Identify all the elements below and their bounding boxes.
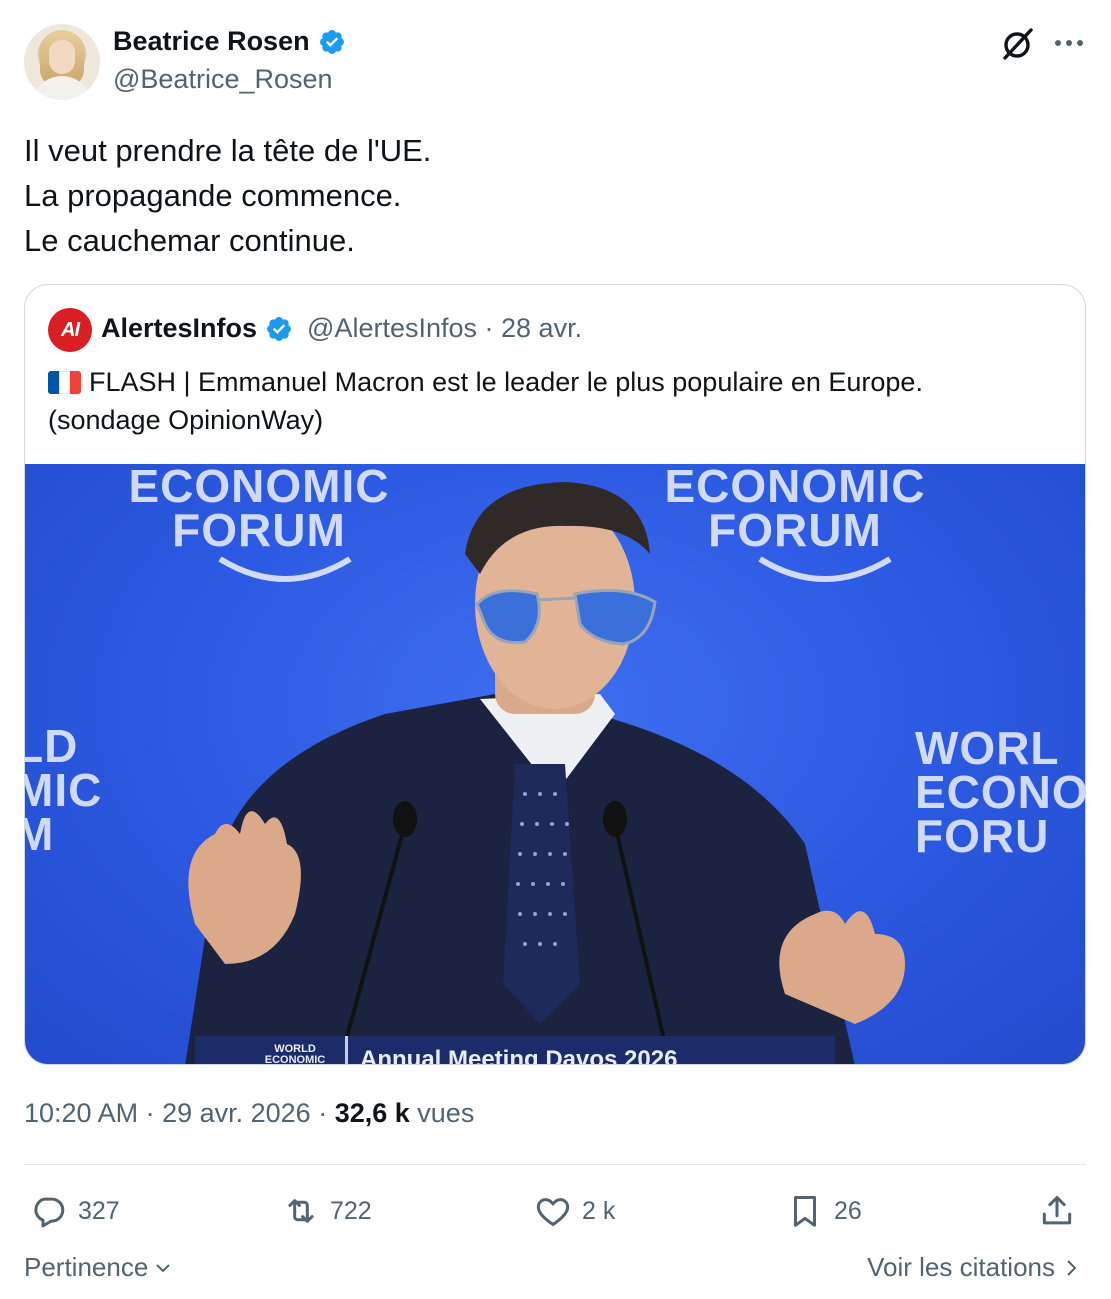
tweet-line: La propagande commence. [24, 178, 402, 213]
quoted-handle-date: @AlertesInfos · 28 avr. [307, 313, 583, 343]
tweet-meta: 10:20 AM · 29 avr. 2026 · 32,6 k vues [24, 1098, 474, 1129]
quoted-media-image[interactable]: ECONOMICFORUM ECONOMICFORUM LDMICM WORLE… [25, 464, 1085, 1065]
like-icon [536, 1198, 570, 1226]
lectern-label-small: WORLD ECONOMIC [264, 1043, 326, 1065]
bookmark-count: 26 [834, 1196, 862, 1225]
quoted-name[interactable]: AlertesInfos [101, 313, 257, 344]
author-name[interactable]: Beatrice Rosen [113, 26, 310, 57]
chevron-right-icon [1067, 1259, 1077, 1276]
quoted-tweet-card[interactable]: AI AlertesInfos @AlertesInfos · 28 avr. … [24, 284, 1086, 1065]
tweet-time[interactable]: 10:20 AM [24, 1098, 138, 1128]
quoted-header: AlertesInfos @AlertesInfos · 28 avr. [101, 313, 582, 344]
sort-label: Pertinence [24, 1252, 149, 1282]
quoted-avatar[interactable]: AI [48, 308, 92, 352]
quoted-text-line: (sondage OpinionWay) [48, 405, 324, 435]
quoted-avatar-logo: AI [61, 318, 80, 341]
chevron-down-icon [156, 1263, 171, 1272]
reply-button[interactable]: 327 [30, 1186, 120, 1236]
bookmark-icon [793, 1196, 817, 1227]
lectern-label: Annual Meeting Davos 2026 [360, 1046, 678, 1065]
sort-dropdown[interactable]: Pertinence [24, 1252, 174, 1283]
grok-icon[interactable] [1000, 26, 1036, 62]
share-icon [1042, 1196, 1072, 1225]
tweet-date[interactable]: 29 avr. 2026 [162, 1098, 311, 1128]
author-avatar[interactable] [24, 24, 100, 100]
like-button[interactable]: 2 k [534, 1186, 615, 1236]
reply-icon [34, 1197, 65, 1228]
author-name-row: Beatrice Rosen [113, 26, 346, 57]
repost-button[interactable]: 722 [282, 1186, 372, 1236]
share-button[interactable] [1038, 1186, 1076, 1236]
bookmark-button[interactable]: 26 [786, 1186, 862, 1236]
divider [24, 1164, 1086, 1165]
tweet-detail: Beatrice Rosen @Beatrice_Rosen Il veut p… [0, 0, 1111, 1299]
repost-count: 722 [330, 1196, 372, 1225]
tweet-line: Le cauchemar continue. [24, 223, 355, 258]
separator: · [138, 1098, 163, 1128]
reply-count: 327 [78, 1196, 120, 1225]
more-icon[interactable] [1052, 30, 1086, 56]
views-count: 32,6 k [334, 1098, 410, 1128]
separator: · [310, 1098, 335, 1128]
repost-icon [288, 1199, 314, 1223]
view-quotes-label: Voir les citations [867, 1252, 1055, 1282]
like-count: 2 k [582, 1196, 616, 1225]
verified-badge-icon [319, 29, 344, 54]
view-quotes-link[interactable]: Voir les citations [867, 1252, 1081, 1283]
author-handle[interactable]: @Beatrice_Rosen [113, 64, 333, 95]
tweet-line: Il veut prendre la tête de l'UE. [24, 133, 432, 168]
quoted-text-line: FLASH | Emmanuel Macron est le leader le… [89, 367, 923, 397]
views-label: vues [409, 1098, 475, 1128]
action-bar: 327 722 2 k 26 [0, 1186, 1111, 1236]
france-flag-icon [48, 371, 81, 394]
tweet-text: Il veut prendre la tête de l'UE. La prop… [24, 128, 431, 263]
quoted-text: FLASH | Emmanuel Macron est le leader le… [48, 363, 1058, 439]
verified-badge-icon [267, 316, 292, 341]
speaker-illustration [185, 482, 905, 1064]
